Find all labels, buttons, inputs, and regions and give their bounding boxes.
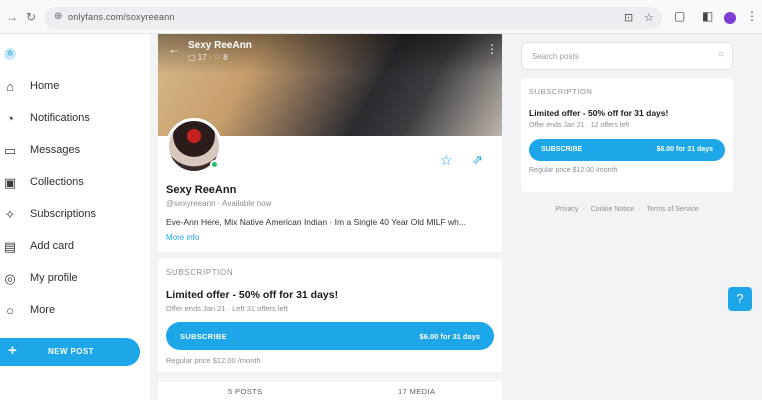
regular-price: Regular price $12.00 /month [529, 167, 618, 174]
more-options-icon[interactable]: ⋮ [486, 42, 498, 56]
sidebar-item-subscriptions[interactable]: ✧ Subscriptions [0, 204, 150, 228]
sidebar-item-label: More [30, 304, 56, 316]
left-sidebar: ✲ ⌂ Home ◔ Notifications ▭ Messages ▣ Collectio… [0, 34, 150, 400]
sidebar-item-label: My profile [30, 272, 78, 284]
sidebar-item-label: Notifications [30, 112, 90, 124]
new-post-label: NEW POST [48, 347, 94, 356]
sidebar-item-label: Add card [30, 240, 75, 252]
message-icon: ▭ [3, 143, 17, 158]
sidebar-item-home[interactable]: ⌂ Home [0, 76, 150, 100]
subscription-card: SUBSCRIPTION Limited offer - 50% off for… [521, 78, 733, 192]
search-placeholder: Search posts [532, 52, 579, 61]
cookie-notice-link[interactable]: Cookie Notice [591, 206, 635, 213]
sidepanel-icon[interactable]: ◧ [702, 9, 713, 23]
offer-subtitle: Offer ends Jan 21 · Left 31 offers left [166, 304, 288, 313]
profile-handle: @sexyreeann · Available now [166, 199, 272, 208]
bookmark-icon: ▣ [3, 175, 17, 190]
search-icon[interactable]: ○ [718, 49, 724, 60]
subscription-heading: SUBSCRIPTION [166, 268, 234, 277]
home-icon: ⌂ [6, 79, 14, 94]
sidebar-item-label: Collections [30, 176, 84, 188]
profile-bio: Eve-Ann Here, Mix Native American Indian… [166, 217, 466, 227]
more-info-link[interactable]: More info [166, 233, 199, 242]
subscribe-price: $6.00 for 31 days [656, 146, 713, 153]
search-posts-field[interactable]: Search posts ○ [521, 42, 733, 70]
cover-stats: ▢ 17 · ♡ 8 [188, 53, 228, 62]
tab-media[interactable]: 17 MEDIA [398, 387, 435, 396]
sidebar-item-label: Subscriptions [30, 208, 97, 220]
section-divider [158, 372, 502, 379]
new-post-button[interactable]: + NEW POST [0, 338, 140, 366]
browser-profile-avatar[interactable] [724, 12, 736, 24]
profile-icon: ◎ [4, 271, 16, 286]
privacy-link[interactable]: Privacy [555, 206, 578, 213]
share-icon[interactable]: ⇗ [472, 152, 483, 168]
bookmark-star-icon[interactable]: ☆ [644, 11, 654, 24]
sidebar-item-my-profile[interactable]: ◎ My profile [0, 268, 150, 292]
card-icon: ▤ [3, 239, 17, 254]
back-arrow-icon[interactable]: → [6, 10, 18, 24]
address-bar[interactable]: ⊕ onlyfans.com/soxyreeann ⊡ ☆ [44, 7, 662, 29]
brand-logo-icon[interactable]: ✲ [4, 48, 16, 60]
kebab-menu-icon[interactable]: ⋮ [746, 9, 758, 23]
cover-profile-name: Sexy ReeAnn [188, 40, 252, 51]
star-user-icon: ✧ [4, 207, 16, 222]
terms-link[interactable]: Terms of Service [646, 206, 698, 213]
profile-tabs: 5 POSTS 17 MEDIA [158, 380, 502, 400]
footer-links: Privacy · Cookie Notice · Terms of Service [555, 206, 699, 213]
subscribe-label: SUBSCRIBE [541, 146, 583, 153]
sidebar-item-collections[interactable]: ▣ Collections [0, 172, 150, 196]
section-divider [158, 252, 502, 259]
bell-icon: ◔ [6, 111, 14, 126]
sidebar-item-notifications[interactable]: ◔ Notifications [0, 108, 150, 132]
extensions-icon[interactable]: ▢ [674, 9, 685, 23]
subscribe-label: SUBSCRIBE [180, 332, 227, 341]
online-status-dot [210, 160, 219, 169]
subscribe-button[interactable]: SUBSCRIBE $6.00 for 31 days [166, 322, 494, 350]
help-icon[interactable]: ? [728, 287, 752, 311]
offer-title: Limited offer - 50% off for 31 days! [166, 289, 339, 301]
offer-title: Limited offer - 50% off for 31 days! [529, 108, 669, 118]
more-icon: ○ [6, 303, 14, 318]
sidebar-item-label: Messages [30, 144, 81, 156]
extension-icon[interactable]: ⊡ [624, 11, 633, 24]
back-arrow-icon[interactable]: ← [168, 42, 180, 56]
plus-icon: + [8, 342, 17, 359]
subscribe-button[interactable]: SUBSCRIBE $6.00 for 31 days [529, 139, 725, 161]
profile-column: ← Sexy ReeAnn ▢ 17 · ♡ 8 ⋮ ☆ ⇗ Sexy ReeA… [158, 34, 502, 400]
url-text: onlyfans.com/soxyreeann [68, 12, 175, 22]
subscription-heading: SUBSCRIPTION [529, 87, 593, 96]
subscribe-price: $6.00 for 31 days [419, 332, 480, 341]
site-info-icon[interactable]: ⊕ [54, 11, 62, 22]
offer-subtitle: Offer ends Jan 21 · 12 offers left [529, 122, 630, 129]
sidebar-item-more[interactable]: ○ More [0, 300, 150, 324]
sidebar-item-messages[interactable]: ▭ Messages [0, 140, 150, 164]
reload-icon[interactable]: ↻ [26, 10, 36, 24]
profile-name: Sexy ReeAnn [166, 184, 237, 196]
regular-price: Regular price $12.00 /month [166, 356, 261, 365]
sidebar-item-label: Home [30, 80, 60, 92]
sidebar-item-add-card[interactable]: ▤ Add card [0, 236, 150, 260]
tab-posts[interactable]: 5 POSTS [228, 387, 262, 396]
favorite-star-icon[interactable]: ☆ [440, 152, 453, 169]
browser-toolbar: → ↻ ⊕ onlyfans.com/soxyreeann ⊡ ☆ ▢ ◧ ⋮ [0, 0, 762, 34]
